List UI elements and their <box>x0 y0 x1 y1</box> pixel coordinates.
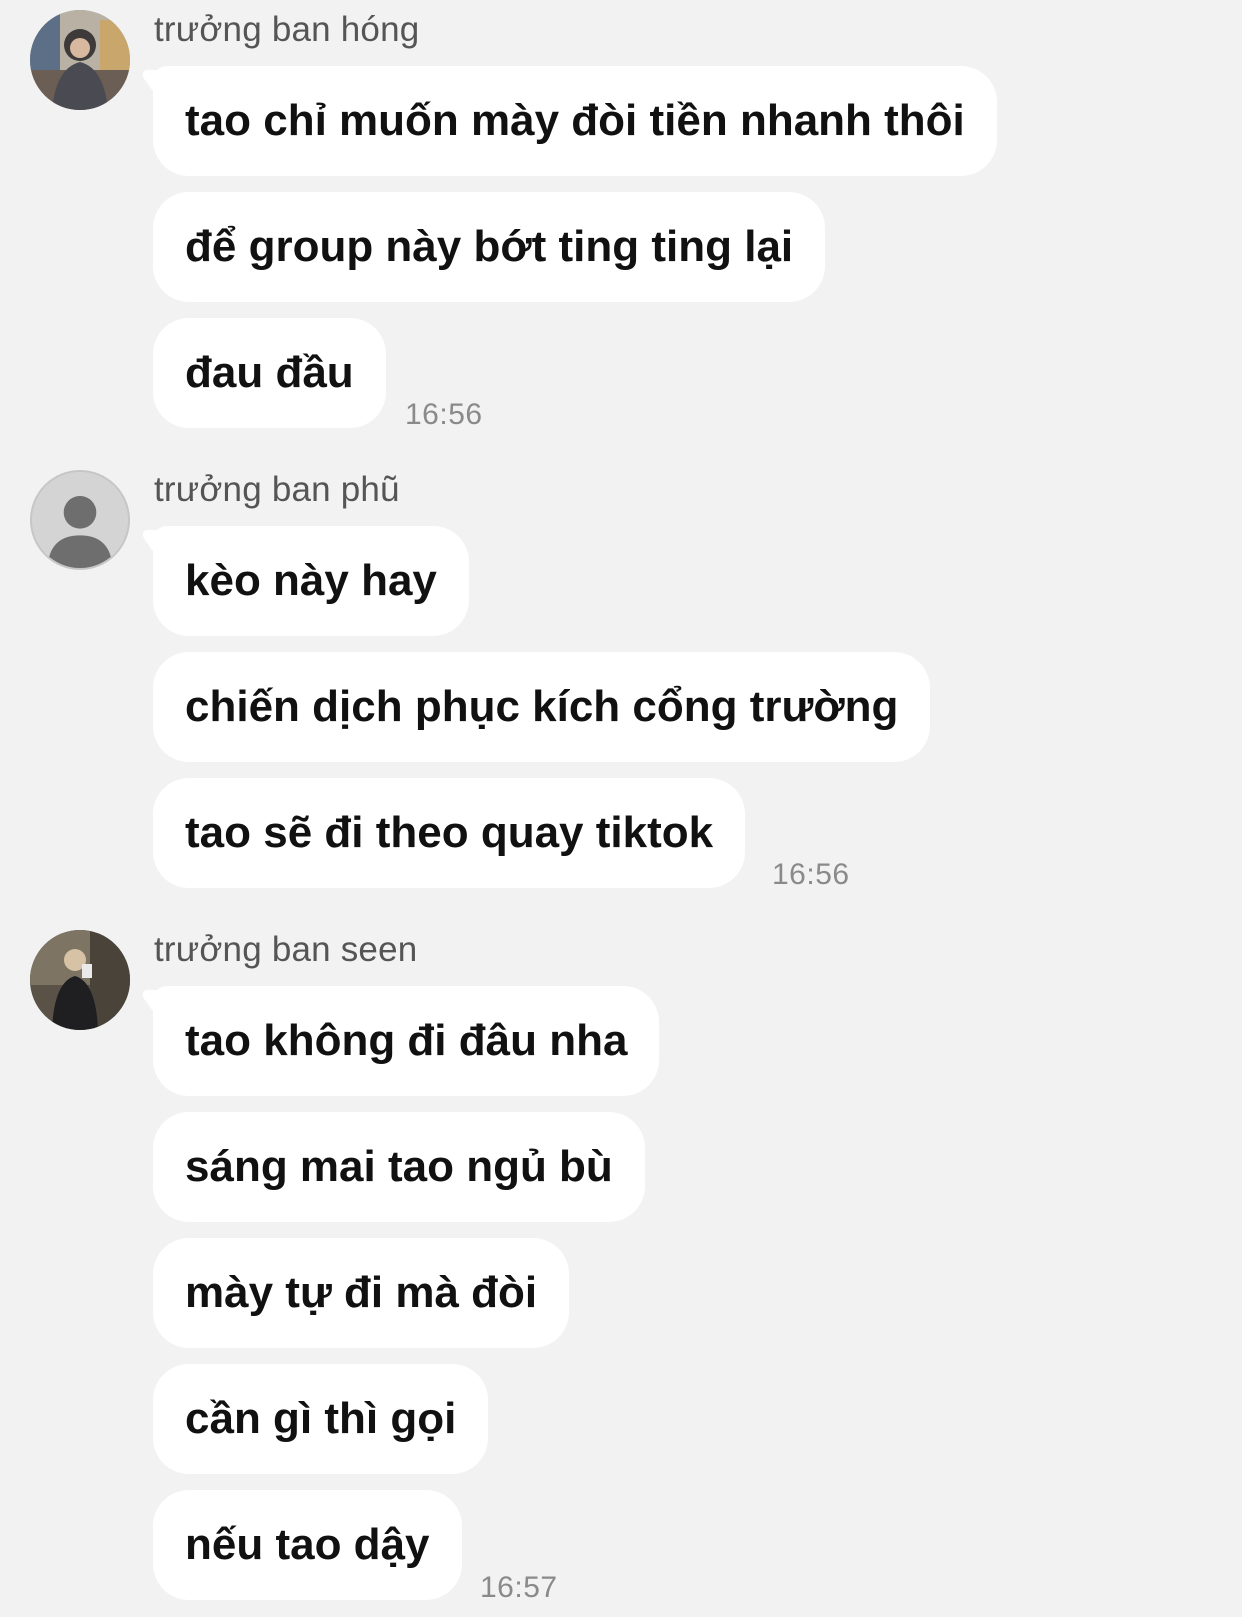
message-bubble[interactable]: kèo này hay <box>153 526 469 636</box>
chat-thread: trưởng ban hóng tao chỉ muốn mày đòi tiề… <box>0 0 1242 1617</box>
message-timestamp: 16:57 <box>480 1571 558 1604</box>
message-bubble[interactable]: sáng mai tao ngủ bù <box>153 1112 645 1222</box>
avatar[interactable] <box>30 470 130 570</box>
message-bubble[interactable]: mày tự đi mà đòi <box>153 1238 570 1348</box>
message-bubble[interactable]: chiến dịch phục kích cổng trường <box>153 652 931 762</box>
message-group: trưởng ban hóng tao chỉ muốn mày đòi tiề… <box>0 0 1242 440</box>
message-bubble[interactable]: đau đầu <box>153 318 386 428</box>
sender-name: trưởng ban seen <box>154 930 418 969</box>
message-bubble[interactable]: tao sẽ đi theo quay tiktok <box>153 778 746 888</box>
message-bubble[interactable]: nếu tao dậy <box>153 1490 462 1600</box>
message-group: trưởng ban phũ kèo này hay chiến dịch ph… <box>0 460 1242 900</box>
default-person-icon <box>32 472 128 568</box>
message-bubble[interactable]: cần gì thì gọi <box>153 1364 489 1474</box>
message-bubble[interactable]: tao chỉ muốn mày đòi tiền nhanh thôi <box>153 66 997 176</box>
message-bubble[interactable]: tao không đi đâu nha <box>153 986 660 1096</box>
sender-name: trưởng ban hóng <box>154 10 420 49</box>
avatar[interactable] <box>30 10 130 110</box>
message-bubble[interactable]: để group này bớt ting ting lại <box>153 192 826 302</box>
message-group: trưởng ban seen tao không đi đâu nha sán… <box>0 920 1242 1617</box>
message-timestamp: 16:56 <box>405 398 483 431</box>
message-timestamp: 16:56 <box>772 858 850 891</box>
sender-name: trưởng ban phũ <box>154 470 400 509</box>
avatar[interactable] <box>30 930 130 1030</box>
